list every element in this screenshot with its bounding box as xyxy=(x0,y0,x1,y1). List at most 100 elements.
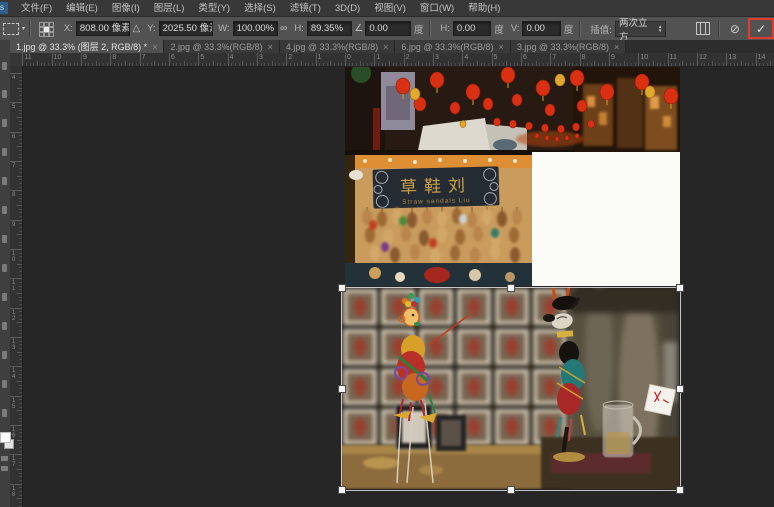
menu-item[interactable]: 图层(L) xyxy=(147,1,192,16)
handle-bottom-right[interactable] xyxy=(676,486,684,494)
relative-position-icon[interactable]: △ xyxy=(132,23,140,34)
ruler-tick xyxy=(191,63,192,66)
ruler-tick xyxy=(488,63,489,66)
handle-top-left[interactable] xyxy=(338,284,346,292)
handle-top-right[interactable] xyxy=(676,284,684,292)
select-arrows-icon: ▲▼ xyxy=(658,25,662,33)
ruler-tick xyxy=(19,198,22,199)
y-input[interactable]: 2025.50 像素 xyxy=(159,21,214,36)
ruler-tick xyxy=(671,63,672,66)
document-tab[interactable]: 6.jpg @ 33.3%(RGB/8)× xyxy=(395,40,510,53)
tool-icon-fragment[interactable] xyxy=(2,409,7,417)
tool-preset-picker[interactable]: ▾ xyxy=(3,23,25,35)
tab-close-icon[interactable]: × xyxy=(268,42,273,52)
document-tab[interactable]: 1.jpg @ 33.3% (图层 2, RGB/8) *× xyxy=(10,40,164,53)
document-tab[interactable]: 2.jpg @ 33.3%(RGB/8)× xyxy=(164,40,279,53)
handle-bottom-left[interactable] xyxy=(338,486,346,494)
cancel-transform-button[interactable]: ⊘ xyxy=(730,22,740,36)
menu-item[interactable]: 编辑(E) xyxy=(59,1,105,16)
tab-close-icon[interactable]: × xyxy=(383,42,388,52)
screen-mode-icon[interactable] xyxy=(1,466,8,471)
ruler-tick xyxy=(492,53,493,66)
ruler-tick xyxy=(712,61,713,66)
ruler-tick xyxy=(19,172,22,173)
interpolation-select[interactable]: 两次立方 ▲▼ xyxy=(615,21,666,37)
handle-bottom-center[interactable] xyxy=(507,486,515,494)
ruler-tick xyxy=(19,374,22,375)
tool-icon-fragment[interactable] xyxy=(2,177,7,185)
canvas[interactable]: 草鞋刘 Straw sandals Liu xyxy=(22,66,774,507)
ruler-tick xyxy=(17,264,22,265)
tool-icon-fragment[interactable] xyxy=(2,119,7,127)
ruler-number: 1 xyxy=(318,54,322,61)
tool-icon-fragment[interactable] xyxy=(2,351,7,359)
tab-close-icon[interactable]: × xyxy=(152,42,157,52)
ruler-tick xyxy=(426,63,427,66)
shop-sign-chinese: 草鞋刘 xyxy=(400,176,472,197)
handle-middle-right[interactable] xyxy=(676,385,684,393)
width-scale-input[interactable]: 100.00% xyxy=(233,21,279,36)
menu-item[interactable]: 视图(V) xyxy=(367,1,413,16)
ruler-tick xyxy=(19,267,22,268)
menu-item[interactable]: 图像(I) xyxy=(105,1,147,16)
ruler-tick xyxy=(594,61,595,66)
ruler-number: 2 xyxy=(288,54,292,61)
handle-middle-left[interactable] xyxy=(338,385,346,393)
ruler-tick xyxy=(19,359,22,360)
height-scale-input[interactable]: 89.35% xyxy=(307,21,353,36)
ruler-number: 10 xyxy=(54,54,62,61)
v-skew-input[interactable]: 0.00 xyxy=(522,21,560,36)
tool-icon-fragment[interactable] xyxy=(2,62,7,70)
foreground-color-swatch[interactable] xyxy=(0,432,11,443)
maintain-aspect-link-icon[interactable]: ∞ xyxy=(280,23,287,34)
tab-close-icon[interactable]: × xyxy=(499,42,504,52)
ruler-tick xyxy=(297,63,298,66)
h-skew-input[interactable]: 0.00 xyxy=(453,21,491,36)
menu-item[interactable]: 帮助(H) xyxy=(461,1,507,16)
ruler-tick xyxy=(17,205,22,206)
rotation-input[interactable]: 0.00 xyxy=(365,21,411,36)
handle-top-center[interactable] xyxy=(507,284,515,292)
ruler-tick xyxy=(404,53,405,66)
horizontal-ruler[interactable]: 111098765432101234567891011121314 xyxy=(22,53,774,67)
edit-mode-icon[interactable] xyxy=(1,456,8,461)
ruler-number: 1 0 xyxy=(12,251,15,263)
tab-close-icon[interactable]: × xyxy=(614,42,619,52)
warp-mode-toggle-icon[interactable] xyxy=(696,22,710,35)
menu-item[interactable]: 类型(Y) xyxy=(191,1,237,16)
ruler-tick xyxy=(19,300,22,301)
menu-bar: s 文件(F)编辑(E)图像(I)图层(L)类型(Y)选择(S)滤镜(T)3D(… xyxy=(0,0,774,17)
ruler-tick xyxy=(19,282,22,283)
tool-icon-fragment[interactable] xyxy=(2,148,7,156)
reference-point-locator[interactable] xyxy=(39,22,53,36)
ruler-tick xyxy=(514,63,515,66)
tool-icon-fragment[interactable] xyxy=(2,322,7,330)
tool-icon-fragment[interactable] xyxy=(2,90,7,98)
menu-item[interactable]: 3D(D) xyxy=(328,1,367,16)
ruler-tick xyxy=(19,418,22,419)
tool-icon-fragment[interactable] xyxy=(2,380,7,388)
ruler-tick xyxy=(19,414,22,415)
menu-item[interactable]: 滤镜(T) xyxy=(283,1,328,16)
ruler-tick xyxy=(565,61,566,66)
document-tab[interactable]: 3.jpg @ 33.3%(RGB/8)× xyxy=(511,40,626,53)
ruler-tick xyxy=(213,61,214,66)
tool-icon-fragment[interactable] xyxy=(2,235,7,243)
ruler-number: 5 xyxy=(494,54,498,61)
ruler-tick xyxy=(646,63,647,66)
x-input[interactable]: 808.00 像素 xyxy=(76,21,131,36)
transform-bounding-box[interactable] xyxy=(341,287,681,491)
menu-item[interactable]: 文件(F) xyxy=(14,1,59,16)
ruler-number: 9 xyxy=(12,222,15,228)
tool-icon-fragment[interactable] xyxy=(2,264,7,272)
document-tab[interactable]: 4.jpg @ 33.3%(RGB/8)× xyxy=(280,40,395,53)
ruler-tick xyxy=(664,63,665,66)
white-layer xyxy=(532,152,680,286)
menu-item[interactable]: 窗口(W) xyxy=(413,1,461,16)
menu-item[interactable]: 选择(S) xyxy=(237,1,283,16)
ruler-tick xyxy=(367,63,368,66)
ruler-tick xyxy=(22,53,23,66)
tool-icon-fragment[interactable] xyxy=(2,206,7,214)
tool-icon-fragment[interactable] xyxy=(2,293,7,301)
commit-transform-button[interactable]: ✓ xyxy=(756,22,766,36)
